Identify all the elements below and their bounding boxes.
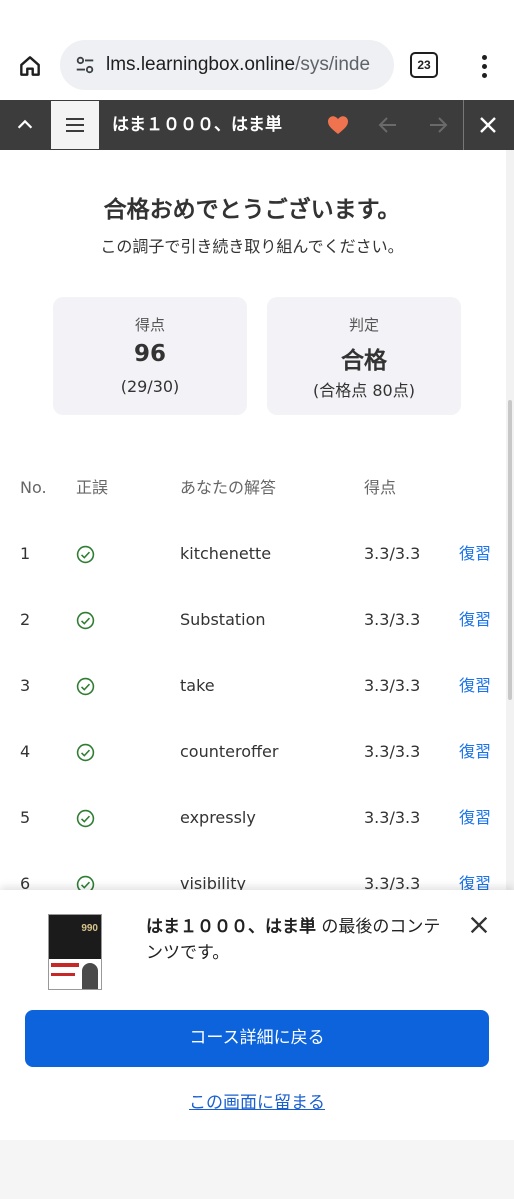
- check-circle-icon: [76, 611, 95, 630]
- row-number: 4: [20, 742, 31, 761]
- tab-switcher-button[interactable]: 23: [410, 52, 438, 78]
- results-table: No. 正誤 あなたの解答 得点 1 kitchenette 3.3/3.3 復習 2 S…: [0, 455, 504, 917]
- row-number: 5: [20, 808, 31, 827]
- header-no: No.: [20, 478, 47, 497]
- course-title: はま１０００、はま単: [112, 115, 282, 135]
- header-divider: [463, 100, 464, 150]
- check-circle-icon: [76, 743, 95, 762]
- row-points: 3.3/3.3: [364, 610, 421, 629]
- home-icon: [20, 56, 40, 76]
- row-number: 2: [20, 610, 31, 629]
- review-link[interactable]: 復習: [459, 587, 491, 653]
- check-circle-icon: [76, 809, 95, 828]
- header-correct: 正誤: [76, 478, 109, 497]
- row-points: 3.3/3.3: [364, 544, 421, 563]
- completion-sheet: 990 はま１０００、はま単 の最後のコンテンツです。 コース詳細に戻る この画…: [0, 890, 514, 1140]
- table-header: No. 正誤 あなたの解答 得点: [0, 455, 504, 521]
- hamburger-icon: [66, 118, 84, 120]
- table-row: 4 counteroffer 3.3/3.3 復習: [0, 719, 504, 785]
- judge-detail: (合格点 80点): [313, 381, 415, 400]
- app-header: はま１０００、はま単: [0, 100, 514, 150]
- close-icon[interactable]: [468, 914, 490, 936]
- judge-value: 合格: [341, 348, 387, 374]
- row-answer: kitchenette: [180, 544, 272, 563]
- stay-on-screen-link[interactable]: この画面に留まる: [0, 1088, 514, 1113]
- score-card: 得点 96 (29/30): [53, 297, 247, 415]
- tab-count: 23: [417, 58, 431, 72]
- arrow-right-icon[interactable]: [426, 113, 450, 137]
- table-row: 5 expressly 3.3/3.3 復習: [0, 785, 504, 851]
- row-answer: counteroffer: [180, 742, 279, 761]
- header-points: 得点: [364, 478, 397, 497]
- row-answer: take: [180, 676, 215, 695]
- book-badge: 990: [81, 923, 98, 934]
- score-detail: (29/30): [120, 377, 180, 396]
- judge-label: 判定: [348, 316, 379, 334]
- table-row: 1 kitchenette 3.3/3.3 復習: [0, 521, 504, 587]
- sheet-message: はま１０００、はま単 の最後のコンテンツです。: [146, 914, 456, 966]
- table-row: 2 Substation 3.3/3.3 復習: [0, 587, 504, 653]
- page-footer-area: [0, 1140, 514, 1199]
- result-heading: 合格おめでとうございます。: [103, 197, 401, 223]
- row-points: 3.3/3.3: [364, 676, 421, 695]
- site-settings-icon[interactable]: [72, 52, 98, 78]
- review-link[interactable]: 復習: [459, 521, 491, 587]
- review-link[interactable]: 復習: [459, 785, 491, 851]
- browser-toolbar: lms.learningbox.online/sys/inde 23: [0, 0, 514, 100]
- review-link[interactable]: 復習: [459, 719, 491, 785]
- row-number: 3: [20, 676, 31, 695]
- book-cover-image: 990: [48, 914, 102, 990]
- check-circle-icon: [76, 677, 95, 696]
- score-value: 96: [133, 341, 166, 367]
- url-text: lms.learningbox.online/sys/inde: [106, 54, 370, 76]
- row-number: 1: [20, 544, 31, 563]
- scrollbar[interactable]: [506, 150, 514, 890]
- arrow-left-icon[interactable]: [376, 113, 400, 137]
- address-bar[interactable]: lms.learningbox.online/sys/inde: [60, 40, 394, 90]
- menu-button[interactable]: [50, 100, 100, 150]
- row-answer: expressly: [180, 808, 256, 827]
- check-circle-icon: [76, 545, 95, 564]
- judge-card: 判定 合格 (合格点 80点): [267, 297, 461, 415]
- home-button[interactable]: [14, 50, 46, 82]
- scrollbar-thumb[interactable]: [508, 400, 512, 700]
- sheet-course-name: はま１０００、はま単: [146, 917, 316, 937]
- table-row: 3 take 3.3/3.3 復習: [0, 653, 504, 719]
- row-answer: Substation: [180, 610, 266, 629]
- row-points: 3.3/3.3: [364, 808, 421, 827]
- result-message: この調子で引き続き取り組んでください。: [100, 237, 404, 256]
- score-label: 得点: [134, 316, 165, 334]
- more-menu-button[interactable]: [470, 50, 498, 82]
- review-link[interactable]: 復習: [459, 653, 491, 719]
- heart-icon[interactable]: [326, 113, 350, 137]
- url-host: lms.learningbox.online: [106, 54, 296, 75]
- back-to-course-button[interactable]: コース詳細に戻る: [25, 1010, 489, 1067]
- header-answer: あなたの解答: [180, 478, 277, 497]
- collapse-button[interactable]: [0, 100, 50, 150]
- close-icon[interactable]: [476, 113, 500, 137]
- chevron-up-icon: [17, 119, 33, 129]
- url-path: /sys/inde: [295, 54, 371, 75]
- row-points: 3.3/3.3: [364, 742, 421, 761]
